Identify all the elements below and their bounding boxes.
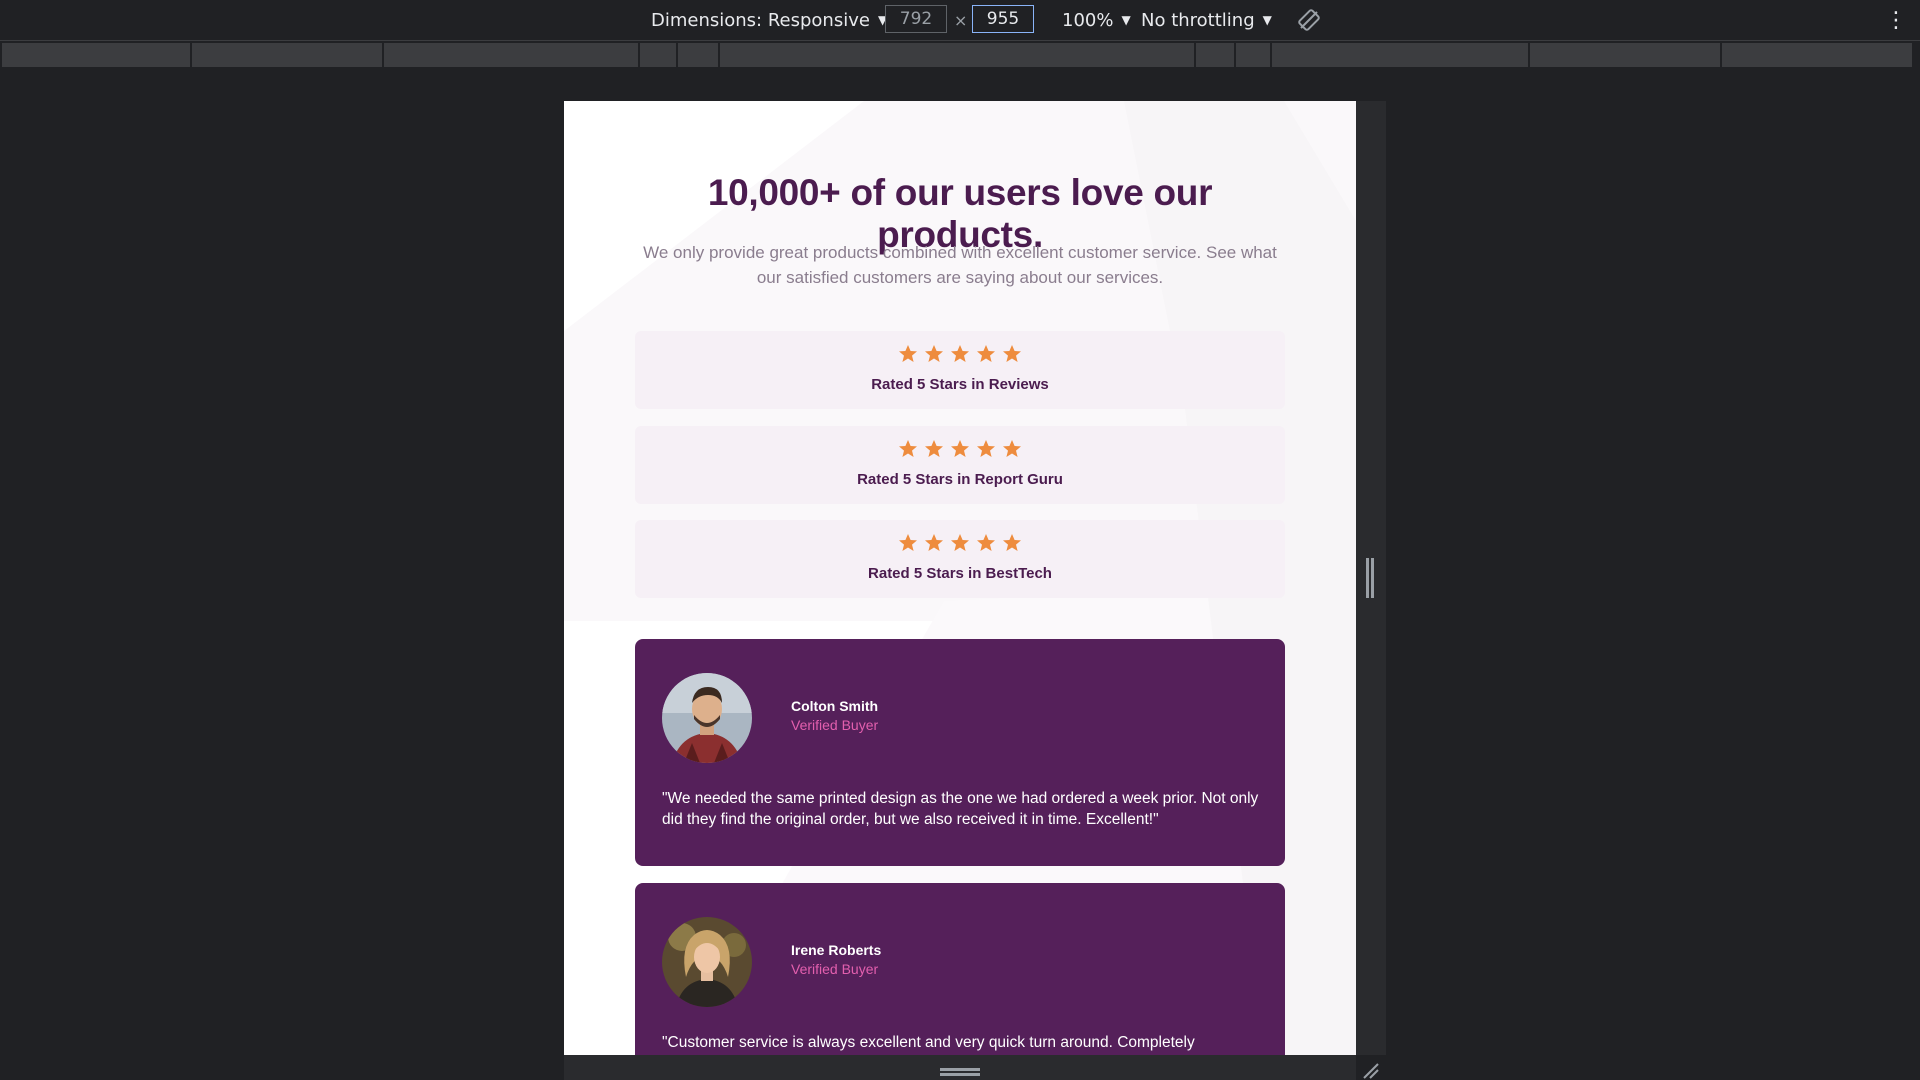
avatar-man-image	[662, 673, 752, 763]
media-query-segment[interactable]	[1196, 43, 1234, 67]
star-rating	[635, 533, 1285, 555]
rating-card: Rated 5 Stars in Report Guru	[635, 426, 1285, 504]
avatar	[662, 673, 752, 763]
media-query-segment[interactable]	[1272, 43, 1528, 67]
rating-card: Rated 5 Stars in BestTech	[635, 520, 1285, 598]
star-icon	[899, 534, 917, 551]
star-icon	[925, 440, 943, 457]
rotate-button[interactable]	[1298, 0, 1320, 40]
star-rating	[635, 439, 1285, 461]
media-query-segment[interactable]	[192, 43, 382, 67]
zoom-dropdown[interactable]: 100% ▼	[1062, 0, 1131, 40]
throttling-label: No throttling	[1141, 9, 1255, 31]
star-rating	[635, 344, 1285, 366]
star-icon	[925, 534, 943, 551]
media-query-segment[interactable]	[720, 43, 1194, 67]
testimonial-quote: "Customer service is always excellent an…	[662, 1034, 1195, 1051]
star-icon	[925, 345, 943, 362]
media-query-bar[interactable]	[2, 43, 1918, 67]
rotate-icon	[1298, 9, 1320, 31]
media-query-segment[interactable]	[640, 43, 676, 67]
media-query-segment[interactable]	[2, 43, 190, 67]
times-sign: ×	[954, 10, 968, 30]
reviewer-name: Irene Roberts	[791, 942, 882, 958]
star-icon	[951, 440, 969, 457]
star-icon	[977, 534, 995, 551]
chevron-down-icon: ▼	[1262, 13, 1272, 27]
rating-label: Rated 5 Stars in Reviews	[871, 376, 1049, 393]
star-icon	[1003, 534, 1021, 551]
star-icon	[1003, 440, 1021, 457]
media-query-segment[interactable]	[384, 43, 638, 67]
avatar-woman-image	[662, 917, 752, 1007]
height-input[interactable]	[972, 5, 1034, 33]
device-viewport: 10,000+ of our users love our products. …	[564, 101, 1356, 1055]
width-input[interactable]	[885, 5, 947, 33]
page-subtitle: We only provide great products combined …	[643, 243, 1277, 287]
testimonial-quote: "We needed the same printed design as th…	[662, 790, 1259, 828]
resize-corner-icon[interactable]	[1360, 1060, 1380, 1080]
throttling-dropdown[interactable]: No throttling ▼	[1141, 0, 1272, 40]
media-query-segment[interactable]	[1236, 43, 1270, 67]
media-query-segment[interactable]	[1530, 43, 1720, 67]
more-vertical-icon: ⋮	[1885, 7, 1907, 33]
dimensions-label: Dimensions: Responsive	[651, 9, 870, 31]
testimonial-card: Colton Smith Verified Buyer "We needed t…	[635, 639, 1285, 866]
rating-card: Rated 5 Stars in Reviews	[635, 331, 1285, 409]
avatar	[662, 917, 752, 1007]
dimensions-dropdown[interactable]: Dimensions: Responsive ▼	[651, 0, 887, 40]
star-icon	[951, 534, 969, 551]
resize-grip-icon[interactable]	[1366, 558, 1374, 598]
reviewer-role: Verified Buyer	[791, 717, 879, 733]
star-icon	[977, 440, 995, 457]
device-toolbar: Dimensions: Responsive ▼ × 100% ▼ No thr…	[0, 0, 1920, 41]
star-icon	[899, 345, 917, 362]
rating-label: Rated 5 Stars in BestTech	[868, 565, 1052, 582]
reviewer-name: Colton Smith	[791, 698, 879, 714]
star-icon	[977, 345, 995, 362]
star-icon	[899, 440, 917, 457]
media-query-segment[interactable]	[678, 43, 718, 67]
reviewer-role: Verified Buyer	[791, 961, 879, 977]
chevron-down-icon: ▼	[1121, 13, 1131, 27]
resize-grip-icon[interactable]	[940, 1068, 980, 1076]
star-icon	[951, 345, 969, 362]
star-icon	[1003, 345, 1021, 362]
rating-label: Rated 5 Stars in Report Guru	[857, 471, 1063, 488]
testimonial-card: Irene Roberts Verified Buyer "Customer s…	[635, 883, 1285, 1055]
zoom-label: 100%	[1062, 9, 1114, 31]
media-query-segment[interactable]	[1722, 43, 1912, 67]
more-options-button[interactable]: ⋮	[1885, 0, 1907, 40]
